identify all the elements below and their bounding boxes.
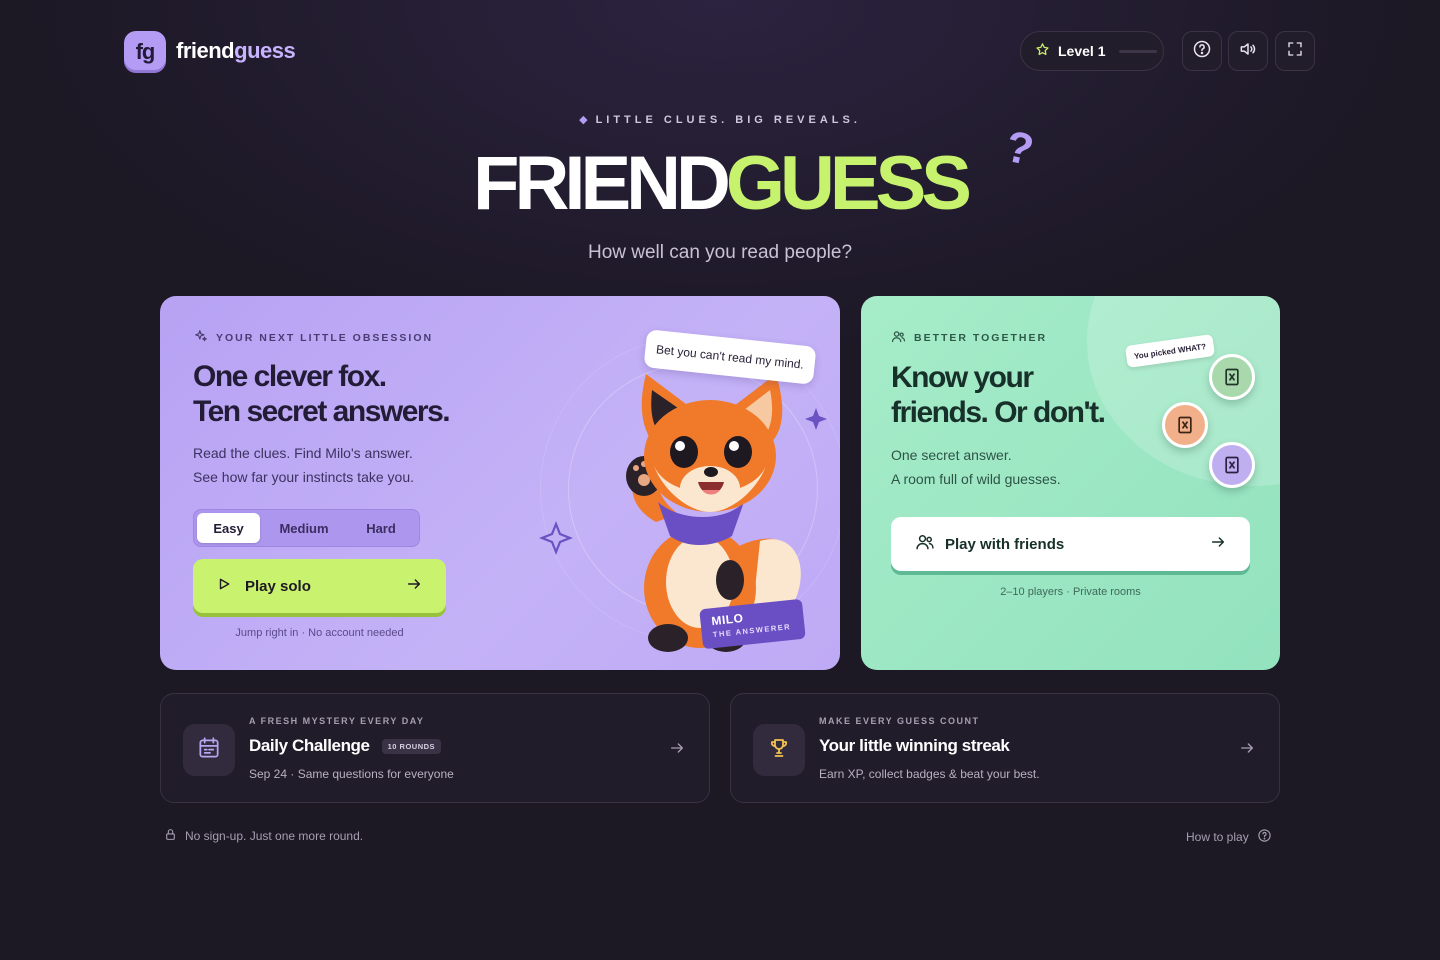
solo-description: Read the clues. Find Milo's answer. See …: [193, 441, 414, 489]
difficulty-hard[interactable]: Hard: [348, 513, 414, 543]
sound-button[interactable]: [1228, 31, 1268, 71]
hero-tagline: ◆ LITTLE CLUES. BIG REVEALS.: [0, 113, 1440, 126]
friends-desc-line2: A room full of wild guesses.: [891, 471, 1061, 487]
rounds-badge: 10 ROUNDS: [381, 738, 442, 754]
logo-text-friend: friend: [176, 38, 235, 63]
star-icon: [1035, 42, 1050, 61]
friends-eyebrow: BETTER TOGETHER: [891, 329, 1047, 347]
help-button[interactable]: [1182, 31, 1222, 71]
streak-description: Earn XP, collect badges & beat your best…: [819, 767, 1040, 781]
arrow-right-icon: [1239, 740, 1255, 761]
solo-eyebrow: YOUR NEXT LITTLE OBSESSION: [194, 329, 433, 346]
friends-note: 2–10 players · Private rooms: [1000, 586, 1141, 598]
footer-note-text: No sign-up. Just one more round.: [185, 829, 364, 843]
play-icon: [217, 577, 231, 595]
friends-title-line1: Know your: [891, 361, 1034, 394]
trophy-icon: [767, 736, 791, 765]
logo-text-guess: guess: [234, 38, 296, 63]
hero-title: FRIENDGUESS: [0, 140, 1440, 228]
level-progress-bar: [1119, 49, 1158, 53]
difficulty-medium[interactable]: Medium: [260, 513, 348, 543]
users-icon: [891, 329, 906, 347]
friends-play-card: BETTER TOGETHER Know your friends. Or do…: [861, 296, 1280, 670]
daily-title-row: Daily Challenge 10 ROUNDS: [249, 736, 442, 756]
answer-card-token: [1209, 442, 1255, 488]
friends-desc-line1: One secret answer.: [891, 447, 1012, 463]
daily-description: Sep 24 · Same questions for everyone: [249, 767, 454, 781]
friends-title-line2: friends. Or don't.: [891, 396, 1106, 429]
streak-title: Your little winning streak: [819, 736, 1010, 755]
arrow-right-icon: [1210, 534, 1226, 554]
fullscreen-icon: [1286, 40, 1304, 63]
play-solo-button[interactable]: Play solo: [193, 559, 446, 613]
solo-play-card: YOUR NEXT LITTLE OBSESSION One clever fo…: [160, 296, 840, 670]
users-icon: [915, 532, 935, 556]
sparkle-icon: [194, 329, 208, 346]
daily-challenge-card[interactable]: A FRESH MYSTERY EVERY DAY Daily Challeng…: [160, 693, 710, 803]
calendar-icon-tile: [183, 724, 235, 776]
play-with-friends-label: Play with friends: [945, 535, 1065, 553]
hero-subtitle: How well can you read people?: [587, 242, 853, 263]
trophy-icon-tile: [753, 724, 805, 776]
level-indicator[interactable]: Level 1: [1020, 31, 1164, 71]
level-label: Level 1: [1058, 43, 1106, 59]
arrow-right-icon: [669, 740, 685, 761]
hero-title-guess: GUESS: [725, 141, 972, 226]
streak-eyebrow: MAKE EVERY GUESS COUNT: [819, 716, 980, 726]
logo-wordmark[interactable]: friendguess: [176, 38, 296, 64]
daily-title: Daily Challenge: [249, 736, 370, 755]
solo-desc-line1: Read the clues. Find Milo's answer.: [193, 445, 413, 461]
solo-title: One clever fox. Ten secret answers.: [193, 359, 451, 429]
answer-card-token: [1209, 354, 1255, 400]
footer-note: No sign-up. Just one more round.: [164, 828, 363, 844]
logo-mark[interactable]: fg: [124, 31, 166, 73]
help-icon: [1257, 828, 1272, 846]
fullscreen-button[interactable]: [1275, 31, 1315, 71]
solo-title-line1: One clever fox.: [193, 360, 387, 393]
daily-eyebrow: A FRESH MYSTERY EVERY DAY: [249, 716, 425, 726]
answer-card-token: [1162, 402, 1208, 448]
sound-icon: [1238, 39, 1258, 64]
streak-title-row: Your little winning streak: [819, 736, 1010, 756]
how-to-play-label: How to play: [1186, 830, 1249, 844]
solo-note: Jump right in · No account needed: [235, 627, 404, 639]
calendar-icon: [196, 735, 222, 766]
difficulty-easy[interactable]: Easy: [197, 513, 260, 543]
solo-eyebrow-text: YOUR NEXT LITTLE OBSESSION: [216, 331, 434, 344]
solo-title-line2: Ten secret answers.: [193, 395, 451, 428]
play-with-friends-button[interactable]: Play with friends: [891, 517, 1250, 571]
solo-desc-line2: See how far your instincts take you.: [193, 469, 414, 485]
friends-eyebrow-text: BETTER TOGETHER: [914, 332, 1048, 344]
arrow-right-icon: [406, 576, 422, 596]
hero-title-friend: FRIEND: [473, 141, 731, 226]
friends-description: One secret answer. A room full of wild g…: [891, 443, 1061, 491]
diamond-icon: ◆: [579, 114, 592, 126]
friends-title: Know your friends. Or don't.: [891, 360, 1106, 430]
play-solo-label: Play solo: [245, 577, 311, 595]
tagline-text: LITTLE CLUES. BIG REVEALS.: [595, 114, 861, 126]
difficulty-selector: Easy Medium Hard: [193, 509, 420, 547]
how-to-play-link[interactable]: How to play: [1186, 828, 1272, 846]
lock-icon: [164, 828, 177, 844]
winning-streak-card[interactable]: MAKE EVERY GUESS COUNT Your little winni…: [730, 693, 1280, 803]
help-icon: [1192, 39, 1212, 64]
